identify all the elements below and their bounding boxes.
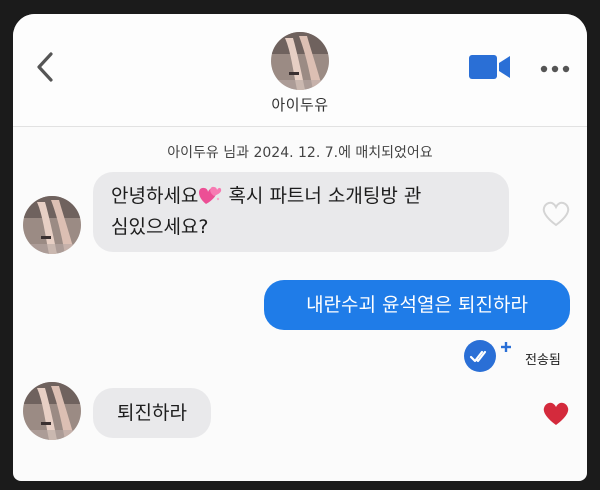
like-button[interactable] bbox=[541, 200, 571, 228]
video-camera-icon bbox=[469, 55, 510, 79]
chat-screen: 아이두유 아이두유 님과 2024. 12. 7.에 매치되었어요 안녕하세요 … bbox=[13, 14, 587, 481]
sent-status-label: 전송됨 bbox=[525, 353, 561, 368]
video-call-button[interactable] bbox=[469, 54, 511, 80]
message-text-line2: 심있으세요? bbox=[111, 216, 209, 238]
message-text-line1: 안녕하세요 혹시 파트너 소개팅방 관 bbox=[111, 181, 421, 211]
match-notice: 아이두유 님과 2024. 12. 7.에 매치되었어요 bbox=[167, 145, 433, 161]
message-bubble-incoming[interactable]: 안녕하세요 혹시 파트너 소개팅방 관 심있으세요? bbox=[93, 172, 509, 252]
heart-outline-icon bbox=[542, 201, 570, 227]
back-button[interactable] bbox=[33, 50, 59, 84]
heart-filled-icon bbox=[543, 402, 569, 425]
more-horizontal-icon bbox=[540, 65, 570, 73]
message-bubble-outgoing[interactable]: 내란수괴 윤석열은 퇴진하라 bbox=[264, 280, 570, 330]
sparkling-hearts-emoji bbox=[198, 184, 222, 206]
double-check-icon bbox=[464, 340, 511, 372]
message-text-part: 혹시 파트너 소개팅방 관 bbox=[222, 185, 422, 207]
liked-button[interactable] bbox=[541, 400, 571, 428]
chat-header: 아이두유 bbox=[13, 14, 587, 127]
chevron-left-icon bbox=[37, 52, 53, 82]
delivery-status: 전송됨 bbox=[463, 339, 578, 373]
more-options-button[interactable] bbox=[539, 60, 571, 73]
message-text-part: 안녕하세요 bbox=[111, 185, 199, 207]
message-text: 내란수괴 윤석열은 퇴진하라 bbox=[306, 294, 528, 316]
sender-avatar[interactable] bbox=[23, 196, 81, 254]
message-bubble-incoming[interactable]: 퇴진하라 bbox=[93, 388, 211, 438]
profile-avatar[interactable] bbox=[271, 32, 329, 90]
contact-name: 아이두유 bbox=[271, 96, 329, 114]
sender-avatar[interactable] bbox=[23, 382, 81, 440]
message-text: 퇴진하라 bbox=[117, 402, 187, 424]
